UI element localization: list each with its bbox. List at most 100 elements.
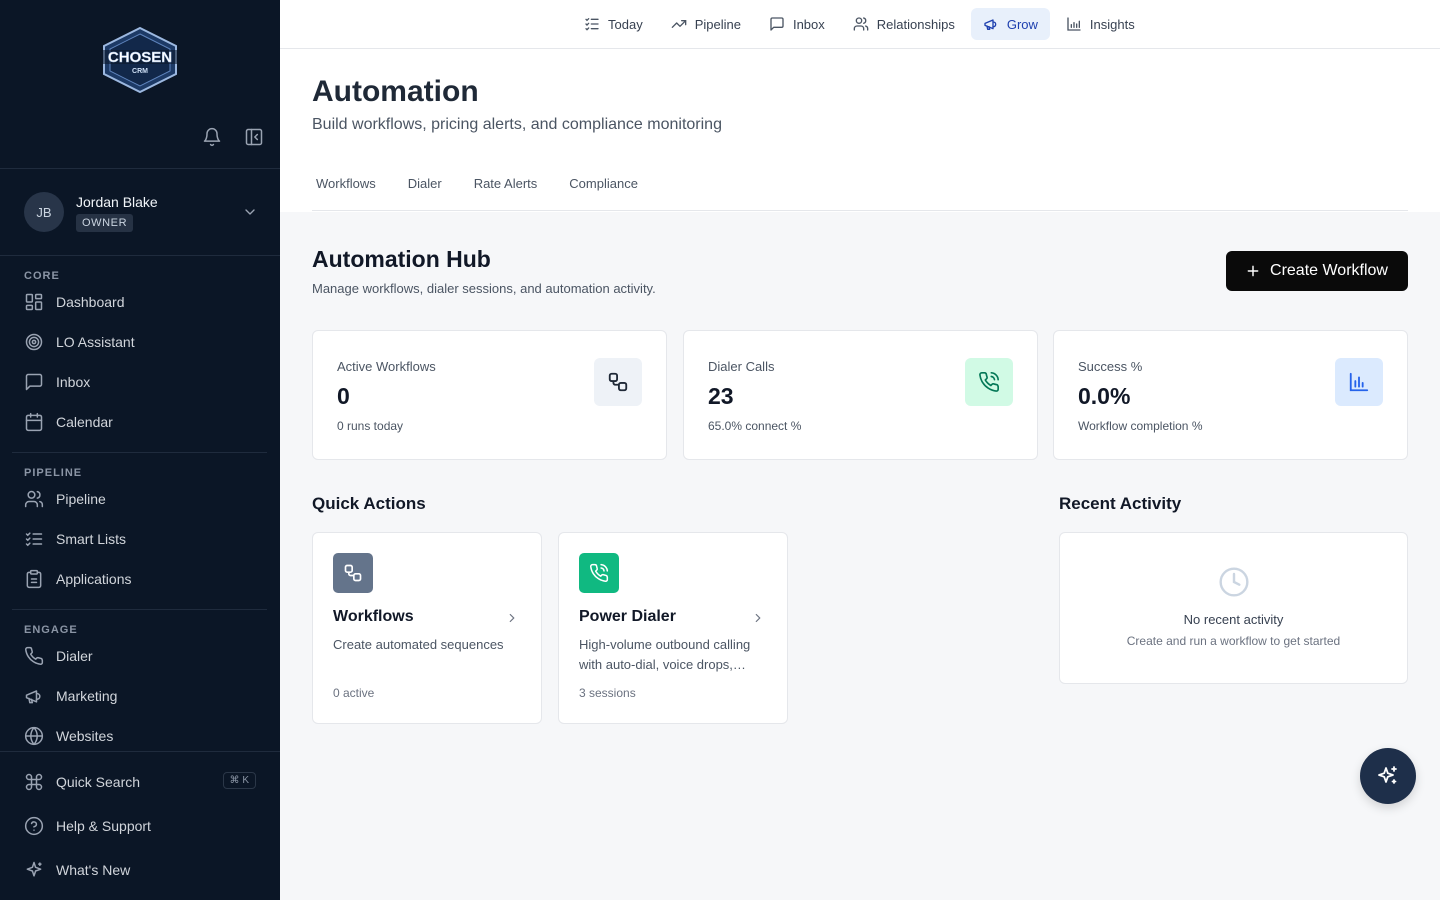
sidebar-item-label: Pipeline bbox=[56, 491, 106, 507]
quick-action-workflows[interactable]: Workflows Create automated sequences 0 a… bbox=[312, 532, 542, 724]
svg-text:CRM: CRM bbox=[132, 68, 148, 75]
calendar-icon bbox=[24, 412, 44, 432]
tab-compliance[interactable]: Compliance bbox=[565, 176, 642, 191]
quick-action-description: High-volume outbound calling with auto-d… bbox=[579, 637, 751, 672]
trend-icon bbox=[671, 16, 687, 32]
topnav-today[interactable]: Today bbox=[572, 8, 655, 40]
create-workflow-button[interactable]: Create Workflow bbox=[1226, 251, 1408, 291]
sidebar-divider bbox=[0, 255, 280, 256]
user-name: Jordan Blake bbox=[76, 193, 158, 210]
topnav-label: Inbox bbox=[792, 16, 825, 32]
list-icon bbox=[584, 16, 600, 32]
chevron-right-icon bbox=[751, 611, 765, 625]
help-icon bbox=[24, 816, 44, 836]
command-icon bbox=[24, 772, 44, 792]
sidebar-item-smart-lists[interactable]: Smart Lists bbox=[24, 527, 256, 551]
tab-dialer[interactable]: Dialer bbox=[404, 176, 446, 191]
section-label-engage: ENGAGE bbox=[24, 624, 78, 636]
stat-label: Success % bbox=[1078, 359, 1143, 374]
bell-icon[interactable] bbox=[202, 127, 222, 147]
stat-card-active-workflows: Active Workflows 0 0 runs today bbox=[312, 330, 667, 460]
stat-card-success-rate: Success % 0.0% Workflow completion % bbox=[1053, 330, 1408, 460]
phone-call-icon bbox=[978, 371, 1000, 393]
sidebar-item-label: Calendar bbox=[56, 414, 113, 430]
topnav-label: Relationships bbox=[876, 16, 955, 32]
topnav-grow[interactable]: Grow bbox=[970, 8, 1050, 40]
sidebar-divider bbox=[0, 751, 280, 752]
topnav-inbox[interactable]: Inbox bbox=[757, 8, 837, 40]
recent-activity-panel: No recent activity Create and run a work… bbox=[1059, 532, 1408, 684]
top-navigation-bar: Today Pipeline Inbox Relationships Grow … bbox=[280, 0, 1440, 49]
sidebar-item-label: Websites bbox=[56, 728, 114, 744]
sidebar-divider bbox=[0, 168, 280, 169]
quick-action-power-dialer[interactable]: Power Dialer High-volume outbound callin… bbox=[558, 532, 788, 724]
page-header: Automation Build workflows, pricing aler… bbox=[280, 49, 1440, 212]
sparkle-icon bbox=[1376, 764, 1400, 788]
sidebar-item-pipeline[interactable]: Pipeline bbox=[24, 487, 256, 511]
chevron-right-icon bbox=[505, 611, 519, 625]
phone-icon bbox=[24, 646, 44, 666]
tab-workflows[interactable]: Workflows bbox=[312, 176, 380, 191]
tab-rate-alerts[interactable]: Rate Alerts bbox=[470, 176, 542, 191]
section-label-core: CORE bbox=[24, 270, 60, 282]
sidebar-item-label: Help & Support bbox=[56, 818, 151, 834]
sidebar-item-calendar[interactable]: Calendar bbox=[24, 410, 256, 434]
sidebar-item-quick-search[interactable]: Quick Search ⌘ K bbox=[24, 770, 256, 794]
topnav-relationships[interactable]: Relationships bbox=[841, 8, 967, 40]
dashboard-icon bbox=[24, 292, 44, 312]
section-label-pipeline: PIPELINE bbox=[24, 467, 83, 479]
sidebar-item-label: What's New bbox=[56, 862, 131, 878]
sidebar-item-whats-new[interactable]: What's New bbox=[24, 858, 256, 882]
chevron-down-icon[interactable] bbox=[242, 204, 258, 220]
users-icon bbox=[24, 489, 44, 509]
collapse-sidebar-icon[interactable] bbox=[244, 127, 264, 147]
ai-assistant-button[interactable] bbox=[1360, 748, 1416, 804]
workflow-icon bbox=[607, 371, 629, 393]
sparkle-icon bbox=[24, 860, 44, 880]
sidebar-item-dialer[interactable]: Dialer bbox=[24, 644, 256, 668]
sidebar-item-applications[interactable]: Applications bbox=[24, 567, 256, 591]
globe-icon bbox=[24, 726, 44, 746]
stat-subtext: Workflow completion % bbox=[1078, 419, 1203, 433]
create-workflow-label: Create Workflow bbox=[1270, 262, 1388, 279]
topnav-label: Insights bbox=[1089, 16, 1135, 32]
sidebar-item-label: LO Assistant bbox=[56, 334, 135, 350]
stat-label: Active Workflows bbox=[337, 359, 436, 374]
stat-subtext: 0 runs today bbox=[337, 419, 404, 433]
quick-action-name: Power Dialer bbox=[579, 608, 676, 625]
topnav-insights[interactable]: Insights bbox=[1054, 8, 1147, 40]
empty-state-subtitle: Create and run a workflow to get started bbox=[1126, 634, 1341, 648]
chosen-crm-logo[interactable]: CHOSEN CRM bbox=[100, 26, 180, 94]
sidebar-item-help-support[interactable]: Help & Support bbox=[24, 814, 256, 838]
topnav-label: Grow bbox=[1006, 16, 1038, 32]
stat-value: 0 bbox=[337, 383, 350, 409]
plus-icon bbox=[1246, 264, 1260, 278]
stat-card-dialer-calls: Dialer Calls 23 65.0% connect % bbox=[683, 330, 1038, 460]
keyboard-shortcut: ⌘ K bbox=[222, 772, 256, 789]
quick-action-tile bbox=[579, 553, 619, 593]
quick-action-meta: 0 active bbox=[333, 686, 375, 700]
bar-chart-icon bbox=[1348, 371, 1370, 393]
sidebar-item-label: Smart Lists bbox=[56, 531, 127, 547]
sidebar-item-dashboard[interactable]: Dashboard bbox=[24, 290, 256, 314]
sidebar-item-lo-assistant[interactable]: LO Assistant bbox=[24, 330, 256, 354]
empty-state-title: No recent activity bbox=[1183, 612, 1284, 627]
clipboard-icon bbox=[24, 569, 44, 589]
avatar: JB bbox=[24, 192, 64, 232]
sidebar-item-label: Inbox bbox=[56, 374, 91, 390]
target-icon bbox=[24, 332, 44, 352]
sidebar-item-inbox[interactable]: Inbox bbox=[24, 370, 256, 394]
sidebar-item-websites[interactable]: Websites bbox=[24, 724, 256, 748]
stat-label: Dialer Calls bbox=[708, 359, 775, 374]
sidebar-item-marketing[interactable]: Marketing bbox=[24, 684, 256, 708]
tab-underline bbox=[312, 210, 1408, 211]
stat-icon-box bbox=[594, 358, 642, 406]
quick-actions-title: Quick Actions bbox=[312, 494, 426, 513]
sidebar-item-label: Quick Search bbox=[56, 774, 141, 790]
stat-value: 0.0% bbox=[1078, 383, 1131, 409]
topnav-pipeline[interactable]: Pipeline bbox=[659, 8, 753, 40]
user-menu[interactable]: JB Jordan Blake OWNER bbox=[24, 192, 258, 232]
hub-subtitle: Manage workflows, dialer sessions, and a… bbox=[312, 281, 656, 296]
quick-action-description: Create automated sequences bbox=[333, 637, 504, 652]
page-title: Automation bbox=[312, 75, 479, 108]
